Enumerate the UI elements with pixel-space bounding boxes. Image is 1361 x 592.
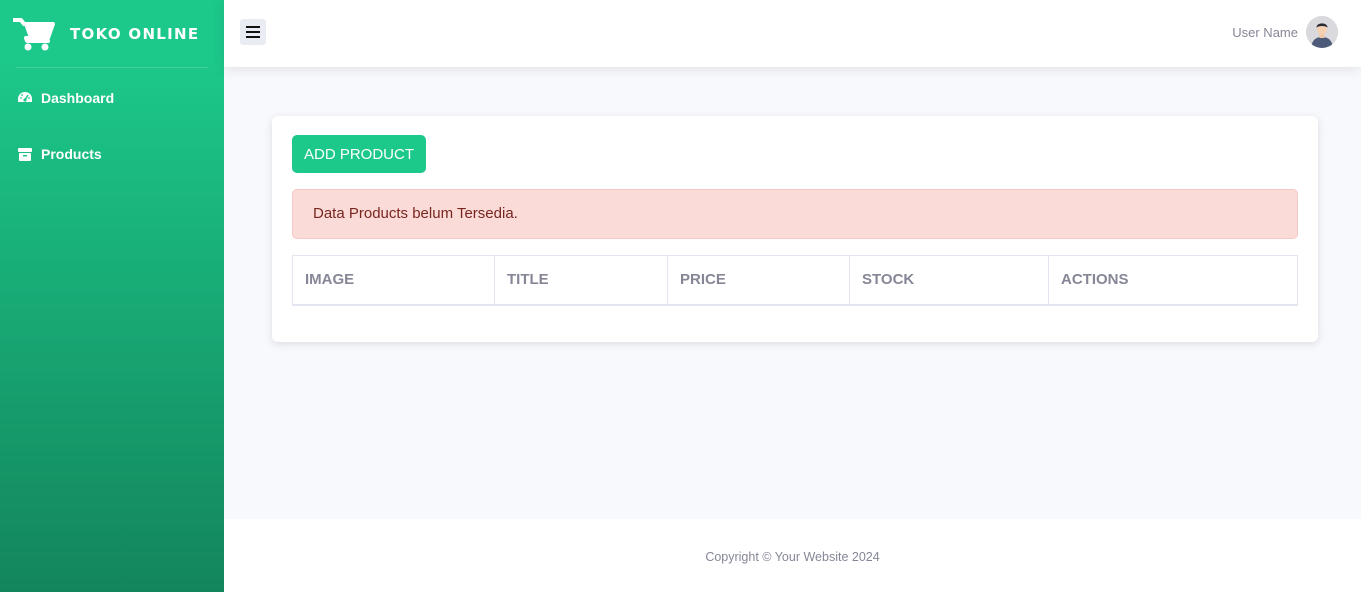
tachometer-icon: [17, 90, 33, 106]
user-avatar[interactable]: [1306, 16, 1338, 48]
topbar: User Name: [224, 0, 1361, 67]
user-avatar-icon: [1306, 16, 1338, 48]
table-header-stock[interactable]: STOCK: [850, 256, 1049, 304]
table-header-title[interactable]: TITLE: [495, 256, 668, 304]
sidebar-brand[interactable]: TOKO ONLINE: [0, 0, 224, 67]
table-header-price[interactable]: PRICE: [668, 256, 850, 304]
box-icon: [17, 146, 33, 162]
table-header-actions[interactable]: ACTIONS: [1049, 256, 1297, 304]
sidebar-item-label: Products: [41, 146, 102, 162]
hamburger-menu-icon: [246, 26, 260, 38]
sidebar-item-label: Dashboard: [41, 90, 115, 106]
brand-name: TOKO ONLINE: [70, 24, 200, 43]
sidebar-toggle-button[interactable]: [240, 19, 266, 45]
shopping-cart-icon: [13, 17, 55, 50]
products-card: ADD PRODUCT Data Products belum Tersedia…: [272, 116, 1318, 342]
add-product-button[interactable]: ADD PRODUCT: [292, 135, 426, 173]
empty-data-alert: Data Products belum Tersedia.: [292, 189, 1298, 239]
footer: Copyright © Your Website 2024: [224, 519, 1361, 592]
user-name[interactable]: User Name: [1232, 25, 1298, 40]
products-table: IMAGE TITLE PRICE STOCK ACTIONS: [292, 255, 1298, 306]
sidebar-divider: [16, 67, 208, 68]
copyright-text: Copyright © Your Website 2024: [705, 550, 880, 564]
table-header-image[interactable]: IMAGE: [293, 256, 495, 304]
sidebar-item-dashboard[interactable]: Dashboard: [0, 70, 224, 126]
sidebar: TOKO ONLINE Dashboard Products: [0, 0, 224, 592]
sidebar-item-products[interactable]: Products: [0, 126, 224, 182]
